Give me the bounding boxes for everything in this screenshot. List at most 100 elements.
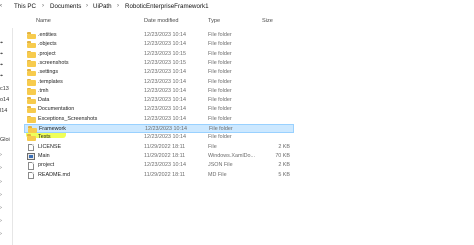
breadcrumb-this-pc[interactable]: This PC	[14, 0, 36, 13]
file-date-modified: 12/23/2023 10:15	[144, 50, 186, 57]
pin-icon[interactable]: ⌖	[0, 61, 3, 70]
file-size	[260, 59, 290, 68]
file-name: Exceptions_Screenshots	[38, 115, 98, 122]
file-type: File folder	[208, 78, 232, 85]
pin-icon[interactable]: ⌖	[0, 72, 3, 81]
chevron-left-icon[interactable]: ‹	[0, 3, 8, 10]
file-size	[260, 115, 290, 124]
file-size	[260, 50, 290, 59]
file-type: File folder	[208, 106, 232, 113]
file-date-modified: 12/23/2023 10:14	[144, 87, 186, 94]
file-name: .entities	[38, 32, 57, 38]
file-row[interactable]: README.md 11/29/2022 18:11 MD File 5 KB	[24, 171, 294, 180]
file-type: File folder	[208, 59, 232, 66]
file-row[interactable]: Data 12/23/2023 10:14 File folder	[24, 96, 294, 105]
chevron-right-icon[interactable]: ›	[0, 191, 2, 200]
folder-icon	[27, 41, 36, 49]
file-size	[260, 133, 290, 142]
breadcrumb-label: This PC	[14, 3, 37, 10]
folder-icon	[27, 50, 36, 58]
file-size	[260, 96, 290, 105]
file-icon	[27, 162, 36, 170]
file-size	[260, 68, 290, 77]
file-name: Tests	[38, 134, 51, 141]
file-date-modified: 12/23/2023 10:14	[144, 134, 186, 141]
file-row[interactable]: .settings 12/23/2023 10:14 File folder	[24, 68, 294, 77]
file-name: .objects	[38, 41, 57, 48]
breadcrumb-uipath[interactable]: UiPath	[93, 0, 112, 13]
column-header-name[interactable]: Name	[36, 16, 51, 27]
file-date-modified: 12/23/2023 10:14	[144, 78, 186, 85]
column-header-type[interactable]: Type	[208, 16, 220, 27]
pane-divider[interactable]	[12, 28, 13, 245]
file-date-modified: 11/29/2022 18:11	[144, 143, 186, 150]
file-name: .project	[38, 50, 56, 57]
file-type: File folder	[208, 69, 232, 76]
file-row[interactable]: Tests 12/23/2023 10:14 File folder	[24, 133, 294, 142]
file-type: MD File	[208, 171, 227, 178]
folder-icon	[27, 106, 36, 114]
breadcrumb-separator-icon: ›	[42, 3, 44, 9]
nav-item[interactable]: o14	[0, 96, 9, 105]
file-row[interactable]: .objects 12/23/2023 10:14 File folder	[24, 40, 294, 49]
chevron-right-icon[interactable]: ›	[0, 178, 2, 187]
file-name: .tmh	[38, 87, 49, 94]
file-type: File folder	[208, 32, 232, 38]
file-date-modified: 12/23/2023 10:14	[144, 41, 186, 48]
file-date-modified: 12/23/2023 10:14	[144, 162, 186, 169]
file-row[interactable]: LICENSE 11/29/2022 18:11 File 2 KB	[24, 143, 294, 152]
folder-icon	[27, 87, 36, 95]
file-icon	[27, 143, 36, 152]
breadcrumb-robotic-enterprise-framework[interactable]: RoboticEnterpriseFramework1	[125, 0, 209, 13]
file-date-modified: 11/29/2022 18:11	[144, 152, 186, 159]
nav-item[interactable]: c13	[0, 85, 9, 94]
file-name: Main	[38, 152, 50, 159]
pin-icon[interactable]: ⌖	[0, 50, 3, 59]
nav-item[interactable]: Gloi	[0, 136, 10, 145]
breadcrumb-label: RoboticEnterpriseFramework1	[125, 3, 209, 10]
file-row[interactable]: .project 12/23/2023 10:15 File folder	[24, 50, 294, 59]
file-type: File folder	[208, 97, 232, 104]
file-row[interactable]: Documentation 12/23/2023 10:14 File folder	[24, 105, 294, 114]
file-name: Documentation	[38, 106, 75, 113]
file-size: 70 KB	[275, 152, 290, 159]
file-type: Windows.XamlDo...	[208, 152, 256, 159]
folder-icon	[27, 134, 36, 142]
file-row[interactable]: .templates 12/23/2023 10:14 File folder	[24, 78, 294, 87]
file-row[interactable]: project 12/23/2023 10:14 JSON File 2 KB	[24, 161, 294, 170]
file-size: 2 KB	[278, 162, 290, 169]
file-row[interactable]: Exceptions_Screenshots 12/23/2023 10:14 Fi…	[24, 115, 294, 124]
file-type: File folder	[208, 134, 232, 141]
file-date-modified: 12/23/2023 10:14	[144, 32, 186, 38]
chevron-right-icon[interactable]: ›	[0, 164, 2, 173]
pin-icon[interactable]: ⌖	[0, 39, 3, 48]
file-size	[260, 31, 290, 40]
file-size: 2 KB	[278, 143, 290, 150]
chevron-right-icon[interactable]: ›	[0, 204, 2, 213]
file-row[interactable]: Main 11/29/2022 18:11 Windows.XamlDo... 70 …	[24, 152, 294, 161]
column-header-size[interactable]: Size	[262, 16, 273, 27]
folder-icon	[27, 32, 36, 39]
column-header-date-modified[interactable]: Date modified	[144, 16, 179, 27]
file-size: 5 KB	[278, 171, 290, 178]
folder-icon	[27, 115, 36, 123]
file-name: Data	[38, 97, 50, 104]
file-row[interactable]: .screenshots 12/23/2023 10:15 File folder	[24, 59, 294, 68]
chevron-right-icon[interactable]: ›	[0, 230, 2, 239]
folder-icon	[27, 78, 36, 86]
file-row[interactable]: .tmh 12/23/2023 10:14 File folder	[24, 87, 294, 96]
file-row[interactable]: Framework 12/23/2023 10:14 File folder	[24, 124, 294, 133]
file-type: File folder	[208, 50, 232, 57]
file-name: .templates	[38, 78, 63, 85]
file-size	[260, 105, 290, 114]
file-row[interactable]: .entities 12/23/2023 10:14 File folder	[24, 31, 294, 40]
breadcrumb: ‹ This PC › Documents › UiPath › Robotic…	[0, 0, 474, 13]
chevron-right-icon[interactable]: ›	[0, 217, 2, 226]
nav-item[interactable]: l14	[0, 107, 7, 116]
file-size	[260, 87, 290, 96]
breadcrumb-label: UiPath	[93, 3, 112, 10]
breadcrumb-documents[interactable]: Documents	[50, 0, 81, 13]
chevron-right-icon[interactable]: ›	[0, 151, 2, 160]
file-icon	[27, 171, 36, 179]
file-name: LICENSE	[38, 143, 62, 150]
